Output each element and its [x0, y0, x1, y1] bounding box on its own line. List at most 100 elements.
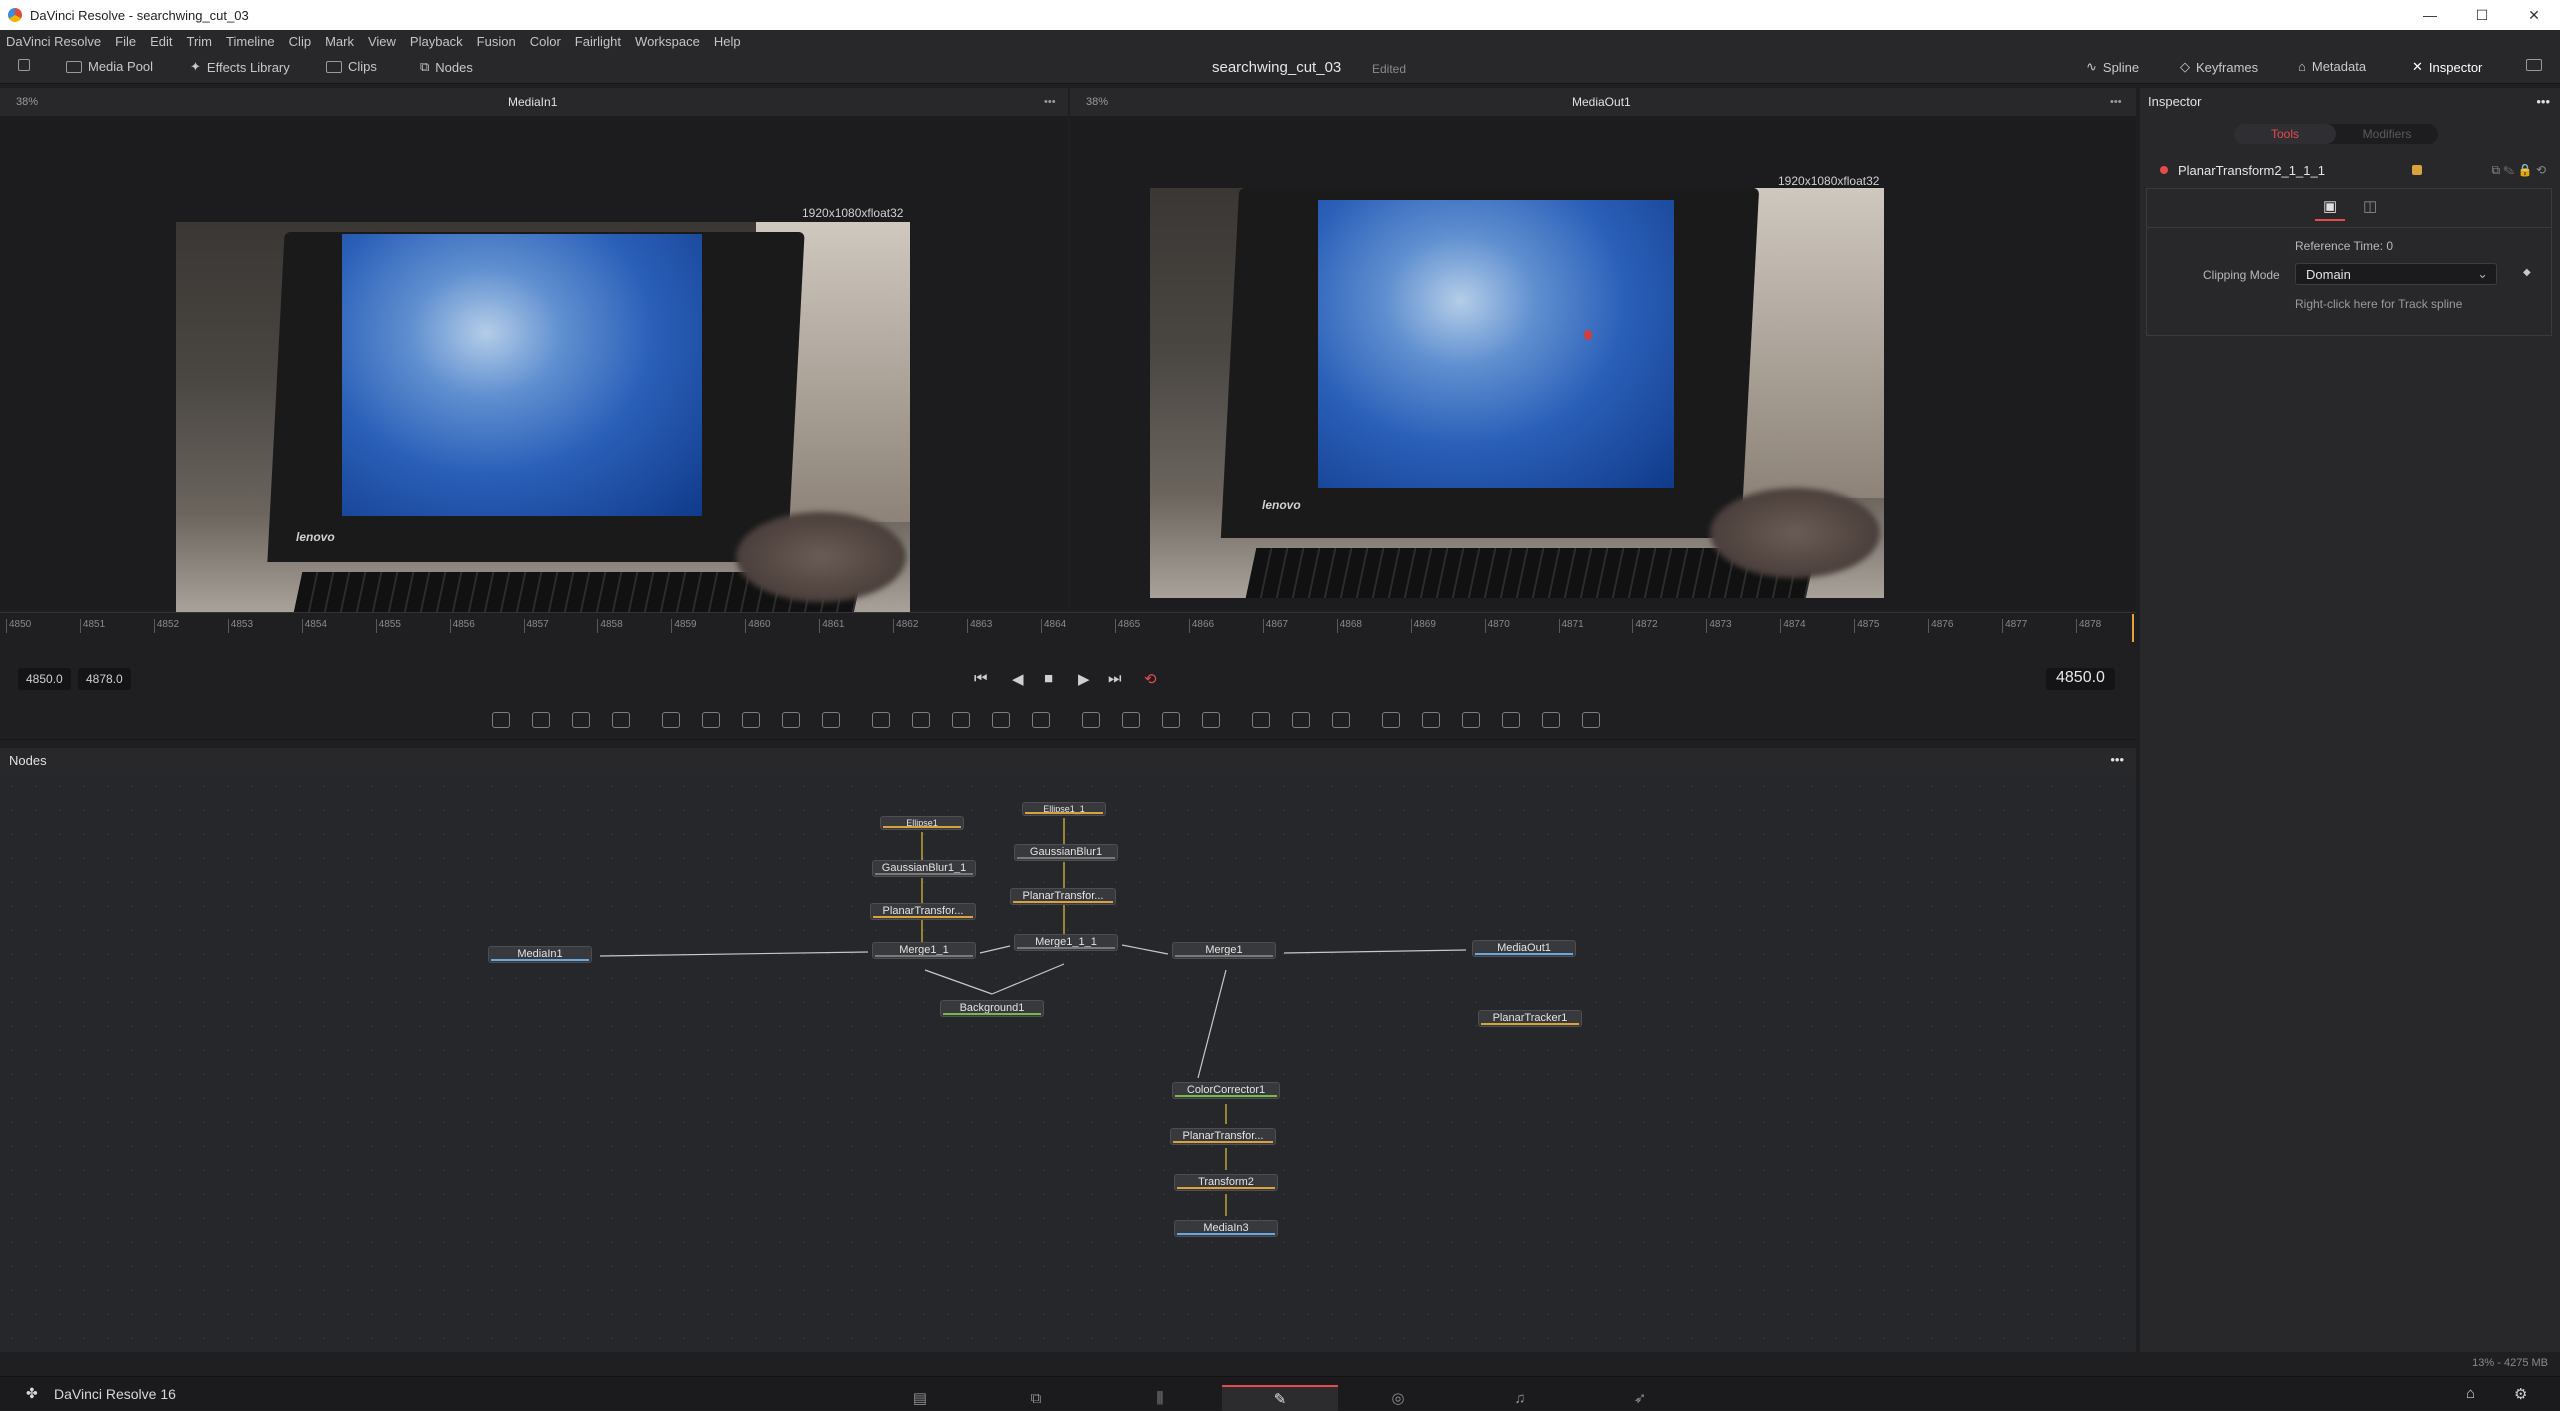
node-gaussianblur1-1[interactable]: GaussianBlur1_1 — [872, 860, 976, 877]
node-ellipse1[interactable]: Ellipse1 — [880, 816, 964, 830]
maximize-button[interactable]: ☐ — [2456, 0, 2508, 30]
clipping-mode-dropdown[interactable]: Domain ⌄ — [2295, 263, 2497, 285]
menu-clip[interactable]: Clip — [289, 34, 311, 49]
tool-header-icons[interactable]: ⧉ ✎ 🔒 ⟲ — [2492, 163, 2547, 178]
fusion-tool-icon[interactable] — [1252, 712, 1270, 728]
go-to-end-button[interactable]: ⏭ — [1108, 670, 1122, 687]
metadata-button[interactable]: ⌂ Metadata — [2298, 59, 2366, 74]
node-mediain3[interactable]: MediaIn3 — [1174, 1220, 1278, 1237]
keyframes-button[interactable]: ◇ Keyframes — [2180, 59, 2258, 75]
fusion-tool-icon[interactable] — [872, 712, 890, 728]
node-planartransform-c[interactable]: PlanarTransfor... — [1170, 1128, 1276, 1145]
viewer-left-zoom[interactable]: 38% — [16, 96, 38, 108]
fusion-tool-icon[interactable] — [1542, 712, 1560, 728]
menu-color[interactable]: Color — [530, 34, 561, 49]
node-colorcorrector1[interactable]: ColorCorrector1 — [1172, 1082, 1280, 1099]
fusion-tool-icon[interactable] — [1382, 712, 1400, 728]
fusion-tool-icon[interactable] — [1082, 712, 1100, 728]
menu-fairlight[interactable]: Fairlight — [575, 34, 621, 49]
menu-fusion[interactable]: Fusion — [477, 34, 516, 49]
settings-gear-icon[interactable]: ⚙ — [2514, 1385, 2527, 1403]
keyframe-diamond-icon[interactable]: ◆ — [2523, 267, 2531, 278]
time-ruler[interactable]: 4850 4851 4852 4853 4854 4855 4856 4857 4858 4859… — [0, 612, 2136, 642]
node-gaussianblur1[interactable]: GaussianBlur1 — [1014, 844, 1118, 861]
tool-color-icon[interactable] — [2412, 165, 2422, 175]
media-pool-button[interactable]: Media Pool — [66, 59, 153, 74]
inspector-button[interactable]: ✕ Inspector — [2412, 59, 2482, 75]
cut-page-button[interactable]: ⧉ — [978, 1385, 1094, 1411]
range-start-field[interactable]: 4850.0 — [18, 668, 71, 690]
tool-header[interactable]: PlanarTransform2_1_1_1 ⧉ ✎ 🔒 ⟲ — [2140, 158, 2560, 182]
fusion-tool-icon[interactable] — [742, 712, 760, 728]
go-to-start-button[interactable]: ⏮ — [974, 670, 988, 687]
node-mediain1[interactable]: MediaIn1 — [488, 946, 592, 963]
fullscreen-button[interactable] — [2526, 59, 2542, 71]
menu-help[interactable]: Help — [714, 34, 741, 49]
tool-enable-icon[interactable] — [2160, 166, 2168, 174]
node-editor[interactable]: Ellipse1 Ellipse1_1 GaussianBlur1_1 Gaus… — [0, 774, 2136, 1352]
viewer-left[interactable]: 1920x1080xfloat32 lenovo — [0, 116, 1068, 612]
fusion-tool-icon[interactable] — [532, 712, 550, 728]
fusion-tool-icon[interactable] — [992, 712, 1010, 728]
menu-timeline[interactable]: Timeline — [226, 34, 275, 49]
fusion-tool-icon[interactable] — [912, 712, 930, 728]
fusion-tool-icon[interactable] — [1582, 712, 1600, 728]
fusion-tool-icon[interactable] — [1292, 712, 1310, 728]
node-merge1[interactable]: Merge1 — [1172, 942, 1276, 959]
panel-toggle-button[interactable] — [18, 59, 30, 71]
viewer-right-zoom[interactable]: 38% — [1086, 96, 1108, 108]
menu-davinci[interactable]: DaVinci Resolve — [6, 34, 101, 49]
node-planartransform-b[interactable]: PlanarTransfor... — [1010, 888, 1116, 905]
fusion-page-button[interactable]: ✎ — [1222, 1385, 1338, 1411]
track-spline-hint[interactable]: Right-click here for Track spline — [2295, 297, 2462, 311]
menu-view[interactable]: View — [368, 34, 396, 49]
current-time-field[interactable]: 4850.0 — [2046, 668, 2115, 690]
node-merge1-1-1[interactable]: Merge1_1_1 — [1014, 934, 1118, 951]
close-button[interactable]: ✕ — [2508, 0, 2560, 30]
fusion-tool-icon[interactable] — [662, 712, 680, 728]
fusion-tool-icon[interactable] — [952, 712, 970, 728]
edit-page-button[interactable]: ⫼ — [1102, 1385, 1218, 1411]
play-reverse-button[interactable]: ◀ — [1012, 670, 1024, 688]
fusion-tool-icon[interactable] — [702, 712, 720, 728]
menu-trim[interactable]: Trim — [187, 34, 213, 49]
menu-edit[interactable]: Edit — [150, 34, 172, 49]
fusion-tool-icon[interactable] — [782, 712, 800, 728]
loop-button[interactable]: ⟲ — [1144, 670, 1157, 688]
viewer-right-options-icon[interactable]: ••• — [2110, 96, 2122, 108]
fusion-tool-icon[interactable] — [492, 712, 510, 728]
tab-tools[interactable]: Tools — [2234, 124, 2336, 144]
menu-playback[interactable]: Playback — [410, 34, 463, 49]
node-mediaout1[interactable]: MediaOut1 — [1472, 940, 1576, 957]
node-background1[interactable]: Background1 — [940, 1000, 1044, 1017]
node-planartracker1[interactable]: PlanarTracker1 — [1478, 1010, 1582, 1027]
nodes-options-icon[interactable]: ••• — [2110, 752, 2124, 767]
play-button[interactable]: ▶ — [1078, 670, 1090, 688]
fusion-tool-icon[interactable] — [1202, 712, 1220, 728]
menu-mark[interactable]: Mark — [325, 34, 354, 49]
media-page-button[interactable]: ▤ — [862, 1385, 978, 1411]
node-planartransform-a[interactable]: PlanarTransfor... — [870, 903, 976, 920]
viewer-right[interactable]: 1920x1080xfloat32 lenovo — [1070, 116, 2136, 610]
effects-library-button[interactable]: ✦ Effects Library — [190, 59, 290, 75]
controls-tab-icon[interactable]: ▣ — [2323, 197, 2337, 215]
node-ellipse1-1[interactable]: Ellipse1_1 — [1022, 802, 1106, 816]
nodes-button[interactable]: ⧉ Nodes — [420, 59, 473, 75]
node-transform2[interactable]: Transform2 — [1174, 1174, 1278, 1191]
spline-button[interactable]: ∿ Spline — [2086, 59, 2139, 75]
home-icon[interactable]: ⌂ — [2466, 1385, 2475, 1402]
fusion-tool-icon[interactable] — [1032, 712, 1050, 728]
fusion-tool-icon[interactable] — [1332, 712, 1350, 728]
deliver-page-button[interactable]: ➶ — [1582, 1385, 1698, 1411]
fusion-tool-icon[interactable] — [1122, 712, 1140, 728]
fusion-tool-icon[interactable] — [1462, 712, 1480, 728]
node-merge1-1[interactable]: Merge1_1 — [872, 942, 976, 959]
clips-button[interactable]: Clips — [326, 59, 377, 74]
fusion-tool-icon[interactable] — [1162, 712, 1180, 728]
tab-modifiers[interactable]: Modifiers — [2336, 124, 2438, 144]
menu-workspace[interactable]: Workspace — [635, 34, 700, 49]
color-page-button[interactable]: ◎ — [1340, 1385, 1456, 1411]
fairlight-page-button[interactable]: ♫ — [1462, 1385, 1578, 1411]
fusion-tool-icon[interactable] — [822, 712, 840, 728]
minimize-button[interactable]: — — [2404, 0, 2456, 30]
